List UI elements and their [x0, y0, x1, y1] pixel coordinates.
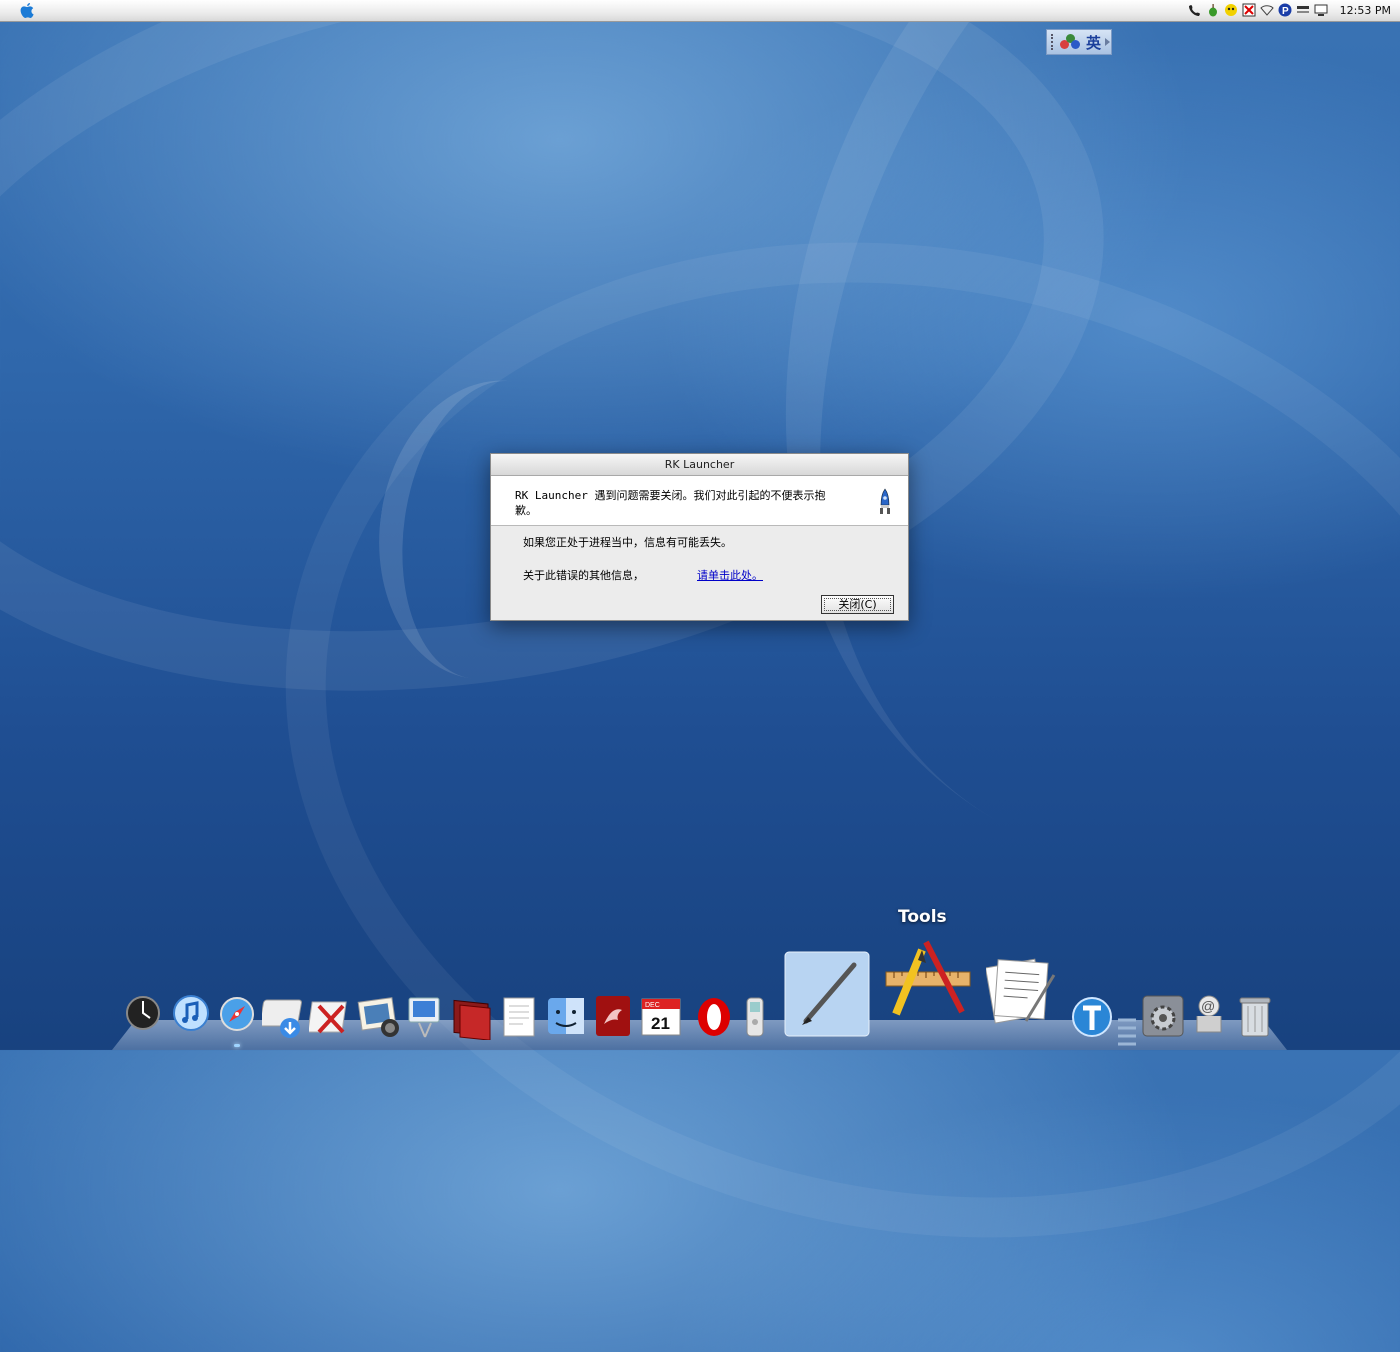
- antivirus-icon[interactable]: [1242, 3, 1256, 17]
- xcode-tools-icon[interactable]: [882, 936, 972, 1030]
- safari-icon[interactable]: [219, 996, 255, 1036]
- stack-separator-icon: [1116, 1012, 1138, 1050]
- dictionary-icon[interactable]: [450, 996, 496, 1044]
- imac-icon[interactable]: [405, 996, 445, 1044]
- svg-text:@: @: [1201, 998, 1215, 1014]
- downloads-icon[interactable]: [259, 994, 308, 1044]
- running-indicator: [234, 1044, 240, 1047]
- wallpaper-swoosh: [0, 0, 1165, 785]
- wallpaper-swoosh: [192, 127, 1400, 1352]
- p-badge-icon[interactable]: P: [1278, 3, 1292, 17]
- svg-text:P: P: [1282, 6, 1289, 17]
- chevron-right-icon[interactable]: [1105, 38, 1111, 46]
- mail-icon[interactable]: @: [1192, 994, 1226, 1042]
- calendar-icon[interactable]: DEC 21: [640, 996, 682, 1042]
- phone-app-icon[interactable]: [744, 996, 766, 1044]
- dialog-info-text: 如果您正处于进程当中，信息有可能丢失。: [523, 536, 732, 549]
- battery-icon[interactable]: [1296, 3, 1310, 17]
- pear-icon[interactable]: [1206, 3, 1220, 17]
- ime-language-bar[interactable]: 英: [1046, 29, 1112, 55]
- system-preferences-icon[interactable]: [1141, 994, 1185, 1042]
- menu-bar: P 12:53 PM: [0, 0, 1400, 22]
- dashboard-icon[interactable]: [125, 995, 161, 1035]
- close-button[interactable]: 关闭(C): [821, 595, 894, 614]
- more-info-link[interactable]: 请单击此处。: [697, 567, 763, 583]
- dragon-app-icon[interactable]: [594, 994, 632, 1042]
- calendar-day: 21: [651, 1014, 670, 1033]
- dialog-message: RK Launcher 遇到问题需要关闭。我们对此引起的不便表示抱歉。: [515, 489, 826, 517]
- error-dialog: RK Launcher RK Launcher 遇到问题需要关闭。我们对此引起的…: [490, 453, 909, 621]
- rocket-icon: [878, 488, 892, 516]
- opera-icon[interactable]: [694, 996, 734, 1042]
- x11-icon[interactable]: [307, 996, 353, 1044]
- bird-icon[interactable]: [1224, 3, 1238, 17]
- dialog-title[interactable]: RK Launcher: [491, 454, 908, 476]
- monitor-icon[interactable]: [1314, 3, 1328, 17]
- textedit-doc-icon[interactable]: [500, 996, 540, 1044]
- system-tray: P: [1188, 3, 1328, 19]
- wifi-icon[interactable]: [1260, 3, 1274, 17]
- dialog-header: RK Launcher 遇到问题需要关闭。我们对此引起的不便表示抱歉。: [491, 476, 908, 526]
- menu-clock[interactable]: 12:53 PM: [1340, 4, 1391, 17]
- finder-icon[interactable]: [546, 996, 586, 1040]
- calendar-month: DEC: [645, 1002, 660, 1009]
- typinator-icon[interactable]: [1071, 996, 1113, 1042]
- itunes-icon[interactable]: [172, 994, 210, 1036]
- apple-menu-icon[interactable]: [18, 2, 36, 20]
- ime-logo-icon: [1060, 34, 1082, 50]
- iphoto-icon[interactable]: [356, 994, 402, 1044]
- documents-icon[interactable]: [984, 955, 1060, 1029]
- ime-language-label[interactable]: 英: [1086, 32, 1101, 53]
- phone-icon[interactable]: [1188, 3, 1202, 17]
- dock-hover-label: Tools: [898, 907, 947, 927]
- grip-handle[interactable]: [1051, 34, 1056, 50]
- dialog-more-info-label: 关于此错误的其他信息，: [523, 569, 644, 582]
- pen-tool-icon[interactable]: [784, 951, 870, 1041]
- trash-icon[interactable]: [1237, 994, 1273, 1042]
